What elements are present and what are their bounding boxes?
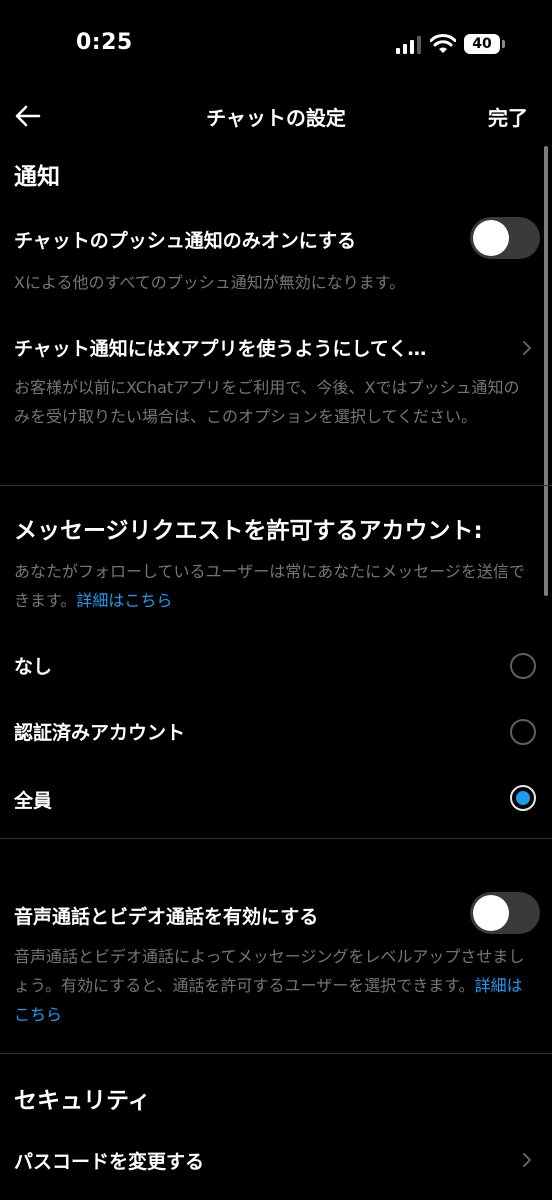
security-heading: セキュリティ (14, 1088, 151, 1114)
calls-description-text: 音声通話とビデオ通話によってメッセージングをレベルアップさせましょう。有効にする… (14, 947, 525, 995)
wifi-icon (430, 34, 456, 53)
calls-description: 音声通話とビデオ通話によってメッセージングをレベルアップさせましょう。有効にする… (14, 942, 534, 1029)
divider (0, 838, 552, 839)
calls-toggle[interactable] (470, 892, 540, 934)
status-bar: 0:25 40 (0, 0, 552, 90)
push-only-label: チャットのプッシュ通知のみオンにする (14, 230, 357, 252)
page-title: チャットの設定 (206, 106, 346, 130)
calls-label: 音声通話とビデオ通話を有効にする (14, 906, 319, 928)
option-everyone-label[interactable]: 全員 (14, 786, 52, 813)
use-x-app-description: お客様が以前にXChatアプリをご利用で、今後、Xではプッシュ通知のみを受け取り… (14, 378, 520, 426)
scrollbar[interactable] (544, 146, 548, 596)
radio-selected-dot (516, 791, 530, 805)
option-everyone-radio[interactable] (510, 785, 536, 811)
toggle-knob (473, 895, 509, 931)
chevron-right-icon (523, 1153, 531, 1167)
option-verified-label[interactable]: 認証済みアカウント (14, 718, 185, 745)
battery-indicator: 40 (464, 34, 500, 54)
divider (0, 485, 552, 486)
learn-more-link[interactable]: 詳細はこちら (76, 591, 172, 610)
message-requests-heading: メッセージリクエストを許可するアカウント: (14, 518, 483, 544)
use-x-app-label[interactable]: チャット通知にはXアプリを使うようにしてく… (14, 334, 426, 361)
option-none-radio[interactable] (510, 653, 536, 679)
done-button[interactable]: 完了 (488, 102, 528, 131)
push-only-toggle[interactable] (470, 217, 540, 259)
message-requests-description: あなたがフォローしているユーザーは常にあなたにメッセージを送信できます。詳細はこ… (14, 557, 534, 615)
notifications-heading: 通知 (14, 164, 60, 190)
option-none-label[interactable]: なし (14, 652, 52, 679)
option-verified-radio[interactable] (510, 719, 536, 745)
toggle-knob (473, 220, 509, 256)
change-passcode-label[interactable]: パスコードを変更する (14, 1147, 204, 1174)
status-time: 0:25 (76, 30, 133, 55)
battery-cap (502, 40, 505, 48)
navigation-bar: チャットの設定 完了 (0, 90, 552, 142)
divider (0, 1053, 552, 1054)
chevron-right-icon (523, 341, 531, 355)
push-only-description: Xによる他のすべてのプッシュ通知が無効になります。 (14, 273, 406, 292)
cellular-signal-icon (396, 36, 421, 54)
